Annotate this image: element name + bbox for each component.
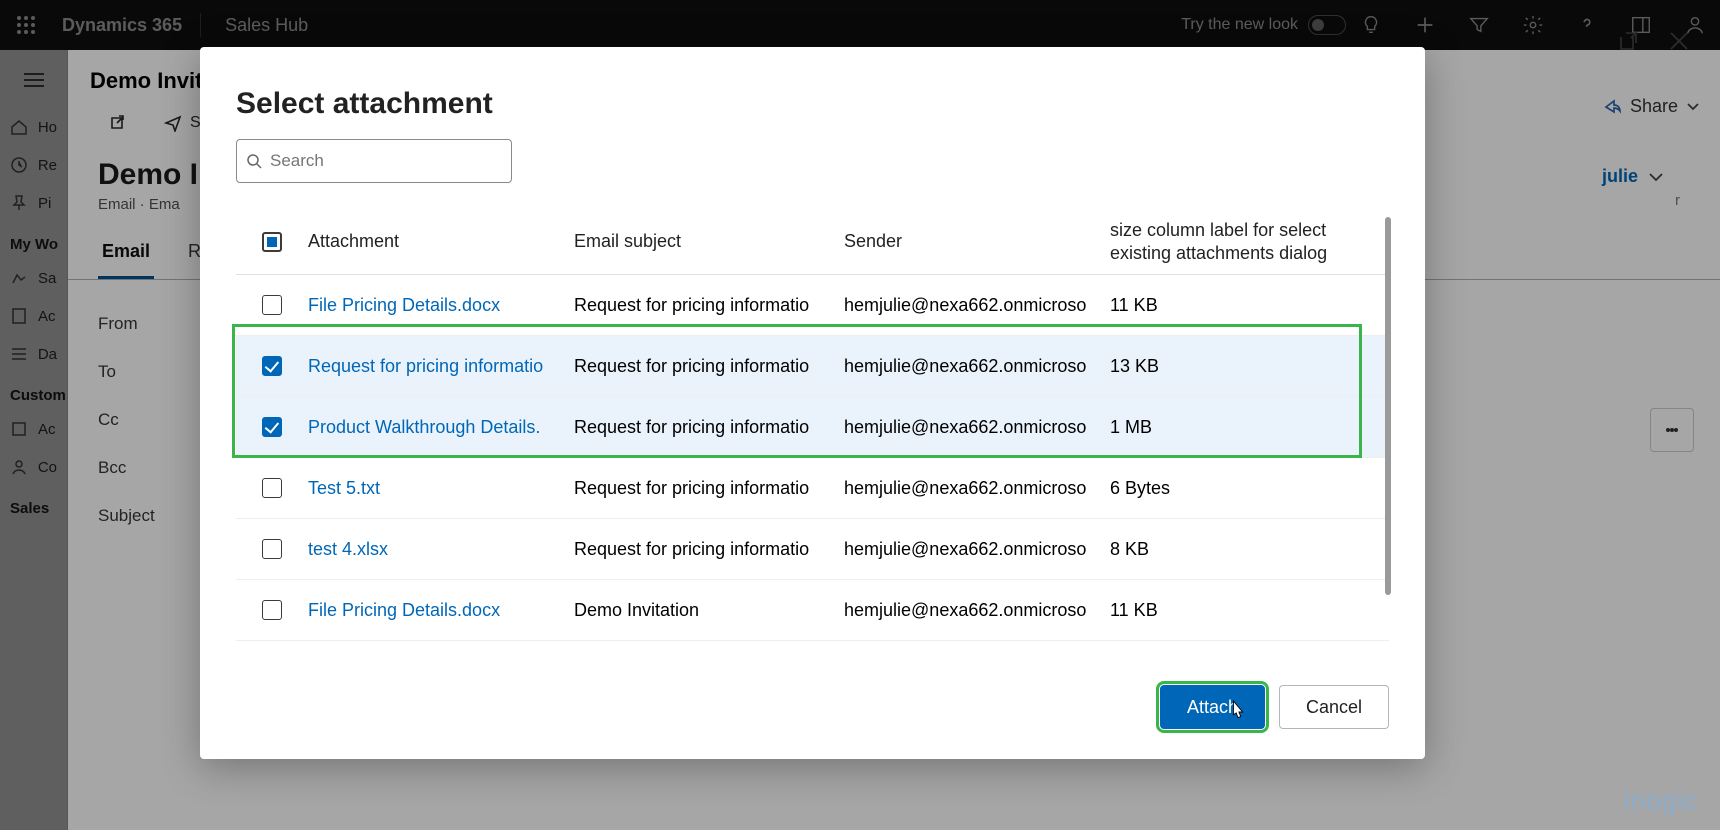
dialog-title: Select attachment [236, 87, 1389, 121]
row-checkbox[interactable] [262, 356, 282, 376]
search-input[interactable] [270, 151, 501, 171]
attachment-sender: hemjulie@nexa662.onmicroso [844, 600, 1110, 621]
search-box[interactable] [236, 139, 512, 183]
row-checkbox[interactable] [262, 600, 282, 620]
row-checkbox[interactable] [262, 417, 282, 437]
cancel-button-label: Cancel [1306, 697, 1362, 718]
attachment-name[interactable]: Request for pricing informatio [308, 356, 574, 377]
attachment-sender: hemjulie@nexa662.onmicroso [844, 356, 1110, 377]
attachment-name[interactable]: File Pricing Details.docx [308, 295, 574, 316]
column-sender[interactable]: Sender [844, 231, 1110, 252]
attach-button-label: Attach [1187, 697, 1238, 718]
column-size[interactable]: size column label for select existing at… [1110, 219, 1366, 264]
attachment-row[interactable]: Request for pricing informatioRequest fo… [236, 336, 1389, 397]
attachment-subject: Request for pricing informatio [574, 478, 844, 499]
attachment-subject: Request for pricing informatio [574, 295, 844, 316]
attachment-subject: Request for pricing informatio [574, 356, 844, 377]
attachment-row[interactable]: File Pricing Details.docxDemo Invitation… [236, 580, 1389, 641]
attachment-sender: hemjulie@nexa662.onmicroso [844, 295, 1110, 316]
attachment-sender: hemjulie@nexa662.onmicroso [844, 417, 1110, 438]
attachment-name[interactable]: Product Walkthrough Details. [308, 417, 574, 438]
attachment-subject: Demo Invitation [574, 600, 844, 621]
grid-header: Attachment Email subject Sender size col… [236, 209, 1389, 275]
column-attachment[interactable]: Attachment [308, 231, 574, 252]
attachment-row[interactable]: test 4.xlsxRequest for pricing informati… [236, 519, 1389, 580]
watermark: inogic [1624, 785, 1698, 816]
attachment-sender: hemjulie@nexa662.onmicroso [844, 539, 1110, 560]
row-checkbox[interactable] [262, 295, 282, 315]
scrollbar-thumb[interactable] [1385, 217, 1391, 595]
attachment-grid: Attachment Email subject Sender size col… [236, 209, 1389, 665]
attachment-size: 1 MB [1110, 417, 1366, 438]
select-all-checkbox[interactable] [262, 232, 282, 252]
attach-button[interactable]: Attach [1160, 685, 1265, 729]
attachment-row[interactable]: Product Walkthrough Details.Request for … [236, 397, 1389, 458]
attachment-row[interactable]: File Pricing Details.docxRequest for pri… [236, 275, 1389, 336]
attachment-name[interactable]: File Pricing Details.docx [308, 600, 574, 621]
attachment-size: 8 KB [1110, 539, 1366, 560]
attachment-size: 11 KB [1110, 600, 1366, 621]
row-checkbox[interactable] [262, 478, 282, 498]
attachment-subject: Request for pricing informatio [574, 417, 844, 438]
select-attachment-dialog: Select attachment Attachment Email subje… [200, 47, 1425, 759]
cancel-button[interactable]: Cancel [1279, 685, 1389, 729]
attachment-size: 6 Bytes [1110, 478, 1366, 499]
attachment-sender: hemjulie@nexa662.onmicroso [844, 478, 1110, 499]
attachment-row[interactable]: Test 5.txtRequest for pricing informatio… [236, 458, 1389, 519]
attachment-size: 13 KB [1110, 356, 1366, 377]
attachment-name[interactable]: Test 5.txt [308, 478, 574, 499]
column-subject[interactable]: Email subject [574, 231, 844, 252]
row-checkbox[interactable] [262, 539, 282, 559]
search-icon [247, 154, 262, 169]
attachment-name[interactable]: test 4.xlsx [308, 539, 574, 560]
attachment-size: 11 KB [1110, 295, 1366, 316]
attachment-subject: Request for pricing informatio [574, 539, 844, 560]
